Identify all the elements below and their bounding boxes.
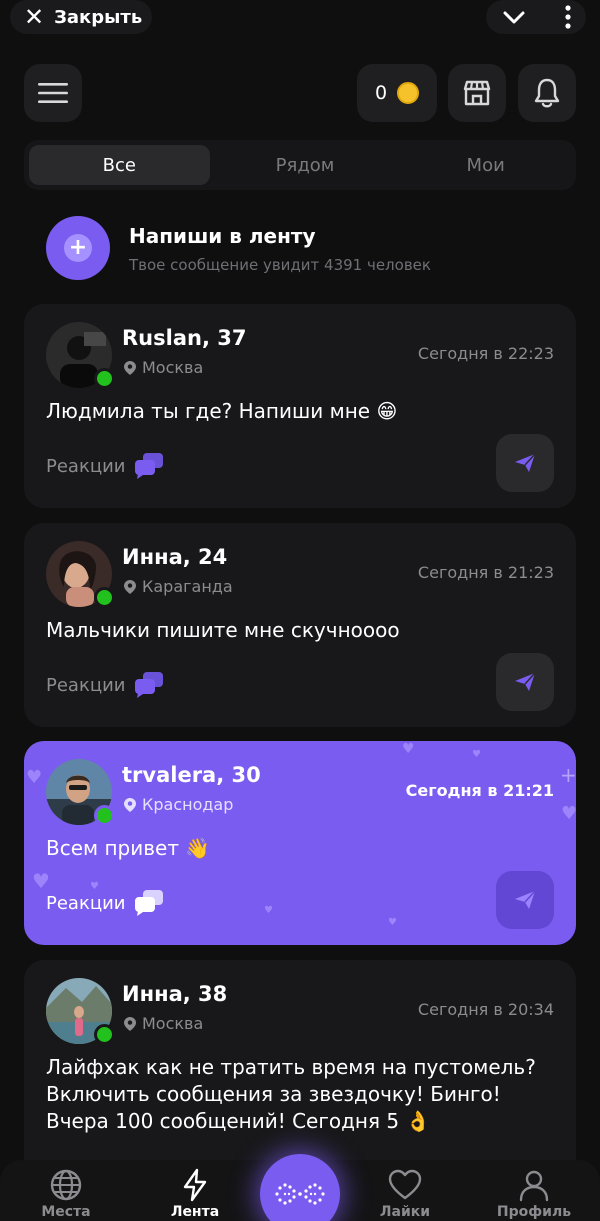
nav-label: Лента — [170, 1204, 220, 1220]
nav-profile[interactable]: Профиль — [484, 1168, 584, 1220]
post-text: Лайфхак как не тратить время на пустомел… — [46, 1055, 536, 1133]
globe-icon — [50, 1169, 82, 1201]
chat-bubbles-icon — [135, 453, 164, 479]
reactions-label: Реакции — [46, 892, 126, 914]
notifications-button[interactable] — [518, 64, 576, 122]
nav-likes[interactable]: Лайки — [355, 1168, 455, 1220]
reactions-button[interactable]: Реакции — [46, 889, 165, 917]
hamburger-icon — [38, 83, 68, 103]
nav-places[interactable]: Места — [16, 1168, 116, 1220]
window-controls — [486, 0, 586, 34]
post-time: Сегодня в 22:23 — [417, 344, 554, 363]
author-name[interactable]: Инна, 38 — [122, 982, 227, 1006]
online-indicator — [94, 368, 115, 389]
post-time: Сегодня в 20:34 — [417, 1000, 554, 1019]
send-message-button[interactable] — [496, 871, 554, 929]
author-location: Караганда — [124, 577, 233, 596]
post-time: Сегодня в 21:23 — [417, 563, 554, 582]
chevron-down-icon[interactable] — [500, 4, 528, 34]
author-name[interactable]: Ruslan, 37 — [122, 326, 246, 350]
send-icon — [515, 672, 536, 691]
send-icon — [515, 453, 536, 472]
feed-post[interactable]: Инна, 24 Караганда Сегодня в 21:23 Мальч… — [24, 523, 576, 727]
coin-icon — [397, 82, 420, 104]
coin-balance: 0 — [374, 82, 388, 104]
feed-post-highlighted[interactable]: ♥ ♥ + ♥ ♥ ♥ ♥ ♥ ♥ trvalera, 30 Краснодар… — [24, 741, 576, 945]
lightning-icon — [183, 1168, 207, 1202]
tab-nearby[interactable]: Рядом — [215, 140, 396, 190]
reactions-button[interactable]: Реакции — [46, 671, 165, 699]
close-label: Закрыть — [54, 6, 143, 28]
location-text: Москва — [142, 1014, 204, 1033]
tab-all[interactable]: Все — [29, 145, 210, 185]
nav-label: Места — [41, 1204, 91, 1220]
infinity-dots-icon — [275, 1183, 325, 1205]
reactions-label: Реакции — [46, 455, 126, 477]
location-text: Краснодар — [142, 795, 234, 814]
post-time: Сегодня в 21:21 — [405, 781, 554, 800]
heart-decoration-icon: ♥ — [402, 741, 415, 757]
close-button[interactable]: ✕ Закрыть — [10, 0, 152, 34]
menu-button[interactable] — [24, 64, 82, 122]
location-text: Караганда — [142, 577, 233, 596]
send-message-button[interactable] — [496, 653, 554, 711]
plus-icon: + — [64, 234, 92, 262]
close-icon: ✕ — [24, 3, 45, 31]
location-pin-icon — [124, 579, 136, 594]
heart-decoration-icon: ♥ — [561, 803, 576, 824]
location-pin-icon — [124, 1016, 136, 1031]
author-location: Москва — [124, 1014, 203, 1033]
coins-button[interactable]: 0 — [357, 64, 437, 122]
shop-button[interactable] — [448, 64, 506, 122]
heart-decoration-icon: ♥ — [26, 767, 43, 788]
online-indicator — [94, 1024, 115, 1045]
nav-feed[interactable]: Лента — [145, 1168, 245, 1220]
feed-post[interactable]: Ruslan, 37 Москва Сегодня в 22:23 Людмил… — [24, 304, 576, 508]
author-location: Москва — [124, 358, 203, 377]
profile-icon — [519, 1170, 549, 1202]
send-icon — [515, 890, 536, 909]
heart-icon — [388, 1169, 422, 1200]
add-post-button[interactable]: + — [46, 216, 110, 280]
top-bar: ✕ Закрыть — [0, 0, 600, 36]
chat-bubbles-icon — [135, 890, 164, 916]
location-pin-icon — [124, 360, 136, 375]
author-location: Краснодар — [124, 795, 233, 814]
online-indicator — [94, 805, 115, 826]
send-message-button[interactable] — [496, 434, 554, 492]
chat-bubbles-icon — [135, 672, 164, 698]
author-name[interactable]: Инна, 24 — [122, 545, 227, 569]
reactions-button[interactable]: Реакции — [46, 452, 165, 480]
feed-tabs: Все Рядом Мои — [24, 140, 576, 190]
heart-decoration-icon: ♥ — [472, 749, 481, 760]
nav-label: Профиль — [496, 1204, 572, 1220]
store-icon — [463, 80, 491, 106]
nav-label: Лайки — [379, 1204, 431, 1220]
online-indicator — [94, 587, 115, 608]
more-vertical-icon[interactable] — [564, 4, 572, 34]
compose-title: Напиши в ленту — [129, 224, 316, 248]
location-pin-icon — [124, 797, 136, 812]
location-text: Москва — [142, 358, 204, 377]
tab-mine[interactable]: Мои — [395, 140, 576, 190]
sparkle-icon: + — [560, 763, 576, 787]
heart-decoration-icon: ♥ — [264, 905, 273, 916]
reactions-label: Реакции — [46, 674, 126, 696]
heart-decoration-icon: ♥ — [388, 917, 397, 928]
post-text: Людмила ты где? Напиши мне 😁 — [46, 399, 398, 423]
post-text: Мальчики пишите мне скучноооо — [46, 618, 400, 642]
compose-post[interactable]: + Напиши в ленту Твое сообщение увидит 4… — [46, 216, 566, 282]
bell-icon — [534, 78, 560, 108]
compose-subtitle: Твое сообщение увидит 4391 человек — [129, 256, 431, 274]
post-text: Всем привет 👋 — [46, 836, 211, 860]
author-name[interactable]: trvalera, 30 — [122, 763, 261, 787]
